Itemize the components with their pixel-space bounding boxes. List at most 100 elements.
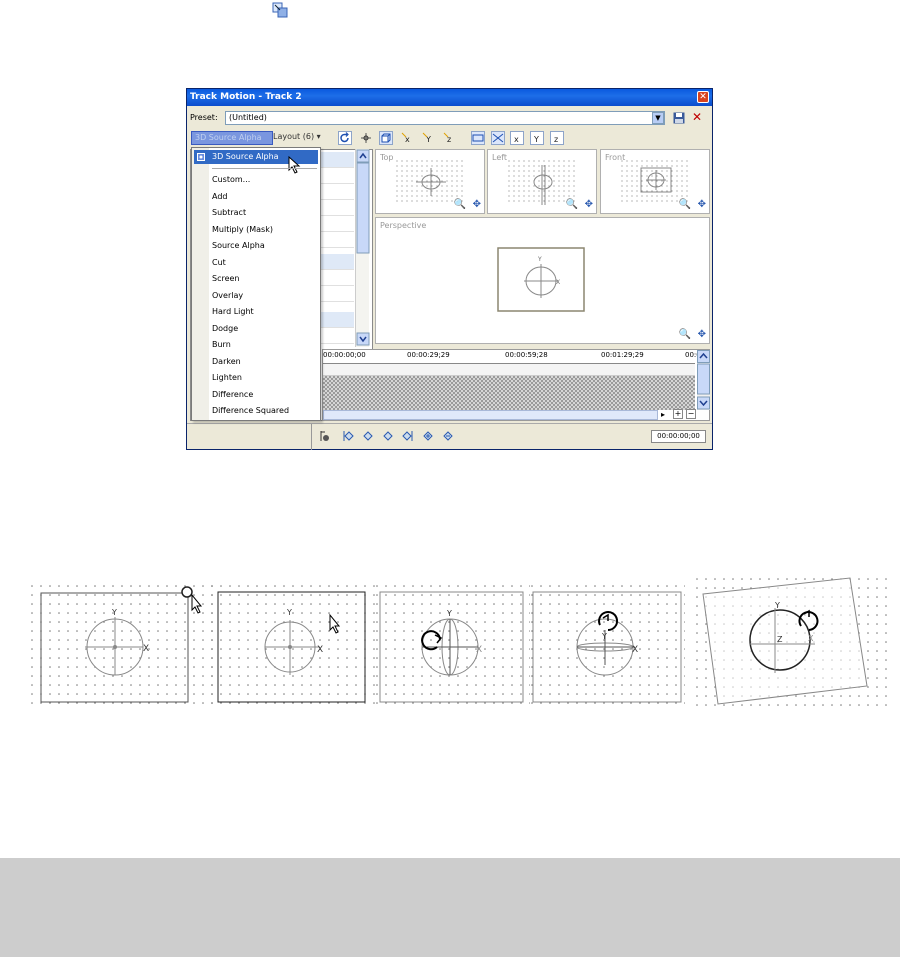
- axis-label: X: [143, 644, 149, 654]
- top-viewport[interactable]: Top 🔍 ✥: [375, 149, 485, 214]
- svg-text:Y: Y: [286, 608, 292, 617]
- time-tick: 00:01:29;29: [601, 351, 644, 359]
- title-bar[interactable]: Track Motion - Track 2 ✕: [187, 89, 712, 106]
- menu-item-screen[interactable]: Screen: [212, 274, 240, 283]
- svg-text:x: x: [514, 135, 519, 144]
- undo-icon[interactable]: [338, 131, 352, 145]
- left-viewport[interactable]: Left 🔍 ✥: [487, 149, 597, 214]
- example-rotate-y: Y X: [375, 578, 530, 710]
- axis-z-icon[interactable]: z: [550, 131, 564, 145]
- scroll-right-icon[interactable]: ▸: [661, 410, 665, 419]
- time-tick: 00:00:59;28: [505, 351, 548, 359]
- view-object-icon[interactable]: [471, 131, 485, 145]
- menu-item-hard-light[interactable]: Hard Light: [212, 307, 254, 316]
- menu-item-overlay[interactable]: Overlay: [212, 291, 243, 300]
- svg-text:Y: Y: [533, 135, 539, 144]
- track-motion-icon: [272, 2, 288, 18]
- save-preset-icon[interactable]: [673, 112, 685, 124]
- svg-text:Y: Y: [537, 256, 542, 263]
- divider: [311, 424, 312, 450]
- blend-mode-select[interactable]: 3D Source Alpha: [191, 131, 273, 145]
- pan-icon[interactable]: ✥: [698, 199, 706, 210]
- svg-text:X: X: [808, 634, 814, 643]
- menu-item-difference[interactable]: Difference: [212, 390, 253, 399]
- footer-band: [0, 858, 900, 957]
- axis-x-icon[interactable]: x: [510, 131, 524, 145]
- lock-x-icon[interactable]: x: [400, 131, 414, 145]
- menu-item-darken[interactable]: Darken: [212, 357, 241, 366]
- menu-gutter: [192, 148, 209, 420]
- svg-text:X: X: [317, 645, 323, 655]
- front-viewport[interactable]: Front 🔍 ✥: [600, 149, 710, 214]
- timeline-ruler[interactable]: 00:00:00;00 00:00:29;29 00:00:59;28 00:0…: [323, 350, 701, 364]
- timeline-hscrollbar[interactable]: [323, 410, 658, 420]
- menu-item-subtract[interactable]: Subtract: [212, 208, 246, 217]
- snap-icon[interactable]: [359, 131, 373, 145]
- menu-item-multiply[interactable]: Multiply (Mask): [212, 225, 273, 234]
- menu-item-custom[interactable]: Custom...: [212, 175, 250, 184]
- menu-item-burn[interactable]: Burn: [212, 340, 231, 349]
- menu-item-dodge[interactable]: Dodge: [212, 324, 238, 333]
- track-motion-window: Track Motion - Track 2 ✕ Preset: (Untitl…: [186, 88, 713, 450]
- layout-button[interactable]: Layout (6) ▾: [273, 132, 321, 141]
- axis-y-icon[interactable]: Y: [530, 131, 544, 145]
- prev-keyframe-icon[interactable]: [362, 430, 374, 442]
- zoom-icon[interactable]: 🔍: [566, 199, 578, 210]
- keyframe-row[interactable]: [323, 364, 695, 376]
- pan-icon[interactable]: ✥: [473, 199, 481, 210]
- svg-text:Y: Y: [774, 601, 780, 610]
- view-camera-icon[interactable]: [491, 131, 505, 145]
- perspective-viewport[interactable]: Perspective Y X 🔍 ✥: [375, 217, 710, 344]
- preset-dropdown[interactable]: (Untitled): [225, 111, 665, 125]
- window-title: Track Motion - Track 2: [190, 92, 302, 102]
- next-keyframe-icon[interactable]: [382, 430, 394, 442]
- axis-label: Y: [111, 608, 117, 617]
- menu-item-source-alpha[interactable]: Source Alpha: [212, 241, 265, 250]
- menu-separator: [212, 168, 317, 169]
- svg-text:Y: Y: [446, 609, 452, 618]
- time-tick: 00:00:29;29: [407, 351, 450, 359]
- mouse-pointer-icon: [288, 156, 301, 174]
- svg-text:Y: Y: [601, 632, 607, 641]
- layout-label: Layout (6): [273, 132, 315, 141]
- cube-icon[interactable]: [379, 131, 393, 145]
- zoom-out-icon[interactable]: −: [686, 409, 696, 419]
- close-button[interactable]: ✕: [697, 91, 709, 103]
- toolbar: 3D Source Alpha Layout (6) ▾ x Y z x Y z: [187, 129, 712, 147]
- example-rotate-perspective: Y Z X: [695, 572, 890, 712]
- example-resize-corner: Y X: [30, 578, 215, 710]
- timeline-vscrollbar[interactable]: [697, 350, 710, 410]
- pan-icon[interactable]: ✥: [585, 199, 593, 210]
- example-rotate-z: Y X: [530, 578, 685, 710]
- time-tick: 00:00:00;00: [323, 351, 366, 359]
- chevron-down-icon[interactable]: ▼: [652, 112, 664, 124]
- preset-row: Preset: (Untitled) ▼ ✕: [187, 108, 712, 128]
- timecode-display[interactable]: 00:00:00;00: [651, 430, 706, 443]
- list-scrollbar[interactable]: [355, 149, 370, 347]
- last-keyframe-icon[interactable]: [402, 430, 414, 442]
- check-icon: [197, 153, 205, 161]
- keyframe-timeline[interactable]: 00:00:00;00 00:00:29;29 00:00:59;28 00:0…: [322, 349, 710, 421]
- menu-item-add[interactable]: Add: [212, 192, 228, 201]
- track-area[interactable]: [323, 376, 695, 410]
- preset-value: (Untitled): [229, 113, 267, 122]
- menu-item-cut[interactable]: Cut: [212, 258, 226, 267]
- add-keyframe-icon[interactable]: [422, 430, 434, 442]
- zoom-in-icon[interactable]: +: [673, 409, 683, 419]
- axis-label: Z: [777, 635, 783, 644]
- lock-y-icon[interactable]: Y: [421, 131, 435, 145]
- lock-z-icon[interactable]: z: [442, 131, 456, 145]
- menu-item-difference-squared[interactable]: Difference Squared: [212, 406, 289, 415]
- sync-cursor-icon[interactable]: [318, 430, 330, 442]
- delete-preset-icon[interactable]: ✕: [692, 110, 702, 124]
- pan-icon[interactable]: ✥: [698, 329, 706, 340]
- menu-item-lighten[interactable]: Lighten: [212, 373, 242, 382]
- svg-text:X: X: [632, 645, 638, 655]
- delete-keyframe-icon[interactable]: [442, 430, 454, 442]
- zoom-icon[interactable]: 🔍: [679, 199, 691, 210]
- first-keyframe-icon[interactable]: [342, 430, 354, 442]
- zoom-icon[interactable]: 🔍: [679, 329, 691, 340]
- preset-label: Preset:: [190, 113, 218, 122]
- zoom-icon[interactable]: 🔍: [454, 199, 466, 210]
- svg-text:z: z: [554, 135, 558, 144]
